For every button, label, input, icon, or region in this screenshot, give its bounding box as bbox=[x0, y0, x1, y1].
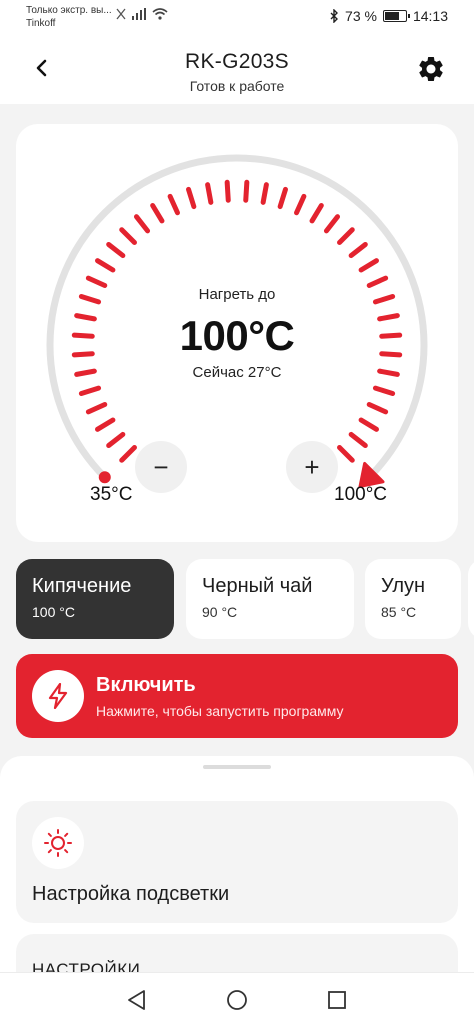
bluetooth-icon bbox=[330, 9, 339, 23]
battery-icon bbox=[382, 10, 410, 22]
wifi-icon bbox=[152, 8, 168, 20]
dial-tick bbox=[95, 417, 116, 432]
sheet-drag-handle[interactable] bbox=[203, 765, 271, 769]
start-button-subtitle: Нажмите, чтобы запустить программу bbox=[96, 703, 344, 719]
mode-next-partial[interactable] bbox=[468, 559, 474, 639]
mode-oolong[interactable]: Улун 85 °C bbox=[365, 559, 461, 639]
mode-name: Улун bbox=[381, 575, 426, 597]
gear-icon bbox=[419, 56, 443, 81]
dial-tick bbox=[243, 179, 250, 203]
mode-temperature: 90 °C bbox=[202, 604, 238, 620]
battery-percent: 73 % bbox=[345, 8, 377, 24]
nav-back-button[interactable] bbox=[124, 987, 150, 1013]
dial-tick bbox=[366, 275, 389, 288]
mode-name: Черный чай bbox=[202, 575, 313, 597]
square-recents-icon bbox=[328, 991, 346, 1009]
dial-tick bbox=[205, 182, 214, 205]
app-header: RK-G203S Готов к работе bbox=[0, 34, 474, 104]
dial-tick bbox=[133, 214, 151, 234]
dial-tick bbox=[337, 445, 355, 463]
mode-temperature: 85 °C bbox=[381, 604, 417, 620]
target-temperature: 100°C bbox=[179, 312, 295, 359]
clock: 14:13 bbox=[412, 8, 448, 24]
nav-home-button[interactable] bbox=[224, 987, 250, 1013]
notification-text: Только экстр. вы... bbox=[26, 5, 112, 16]
heat-to-label: Нагреть до bbox=[198, 286, 276, 303]
dial-tick bbox=[358, 258, 379, 273]
triangle-back-icon bbox=[128, 990, 145, 1010]
device-title: RK-G203S bbox=[185, 50, 289, 73]
plus-icon: + bbox=[304, 451, 320, 482]
sim-missing-icon bbox=[116, 8, 126, 20]
current-temperature: Сейчас 27°C bbox=[192, 364, 282, 381]
lightning-icon bbox=[32, 670, 84, 722]
dial-tick bbox=[119, 445, 137, 463]
start-program-button[interactable]: Включить Нажмите, чтобы запустить програ… bbox=[16, 654, 458, 738]
notification-app: Tinkoff bbox=[26, 18, 56, 29]
mode-boil[interactable]: Кипячение 100 °C bbox=[16, 559, 174, 639]
dial-tick bbox=[277, 186, 288, 210]
dial-tick bbox=[309, 203, 324, 224]
dial-tick bbox=[372, 385, 396, 396]
sun-icon bbox=[32, 817, 84, 869]
dial-tick bbox=[85, 275, 108, 288]
circle-home-icon bbox=[227, 990, 247, 1010]
dial-tick bbox=[186, 186, 197, 210]
increase-temperature-button[interactable]: + bbox=[286, 441, 338, 493]
dial-tick bbox=[337, 227, 355, 245]
dial-tick bbox=[95, 258, 116, 273]
signal-icon bbox=[132, 8, 146, 20]
temperature-dial-card: Нагреть до 100°C Сейчас 27°C − + 35°C 10… bbox=[16, 124, 458, 542]
dial-tick bbox=[119, 227, 137, 245]
mode-temperature: 100 °C bbox=[32, 604, 75, 620]
notification-area: Только экстр. вы... Tinkoff bbox=[26, 4, 168, 30]
status-right: 73 % 14:13 bbox=[329, 8, 448, 24]
mode-black-tea[interactable]: Черный чай 90 °C bbox=[186, 559, 354, 639]
max-temperature-label: 100°C bbox=[334, 484, 388, 505]
dial-tick bbox=[348, 431, 368, 449]
dial-tick bbox=[348, 241, 368, 259]
system-nav-bar bbox=[0, 972, 474, 1026]
dial-tick bbox=[260, 182, 269, 205]
start-button-title: Включить bbox=[96, 674, 196, 696]
decrease-temperature-button[interactable]: − bbox=[135, 441, 187, 493]
dial-tick bbox=[358, 417, 379, 432]
mode-name: Кипячение bbox=[32, 575, 132, 597]
dial-start-dot bbox=[98, 471, 111, 484]
dial-tick bbox=[224, 179, 231, 203]
dial-tick bbox=[78, 385, 102, 396]
mode-selector: Кипячение 100 °C Черный чай 90 °C Улун 8… bbox=[16, 559, 474, 639]
dial-tick bbox=[150, 203, 165, 224]
dial-tick bbox=[106, 241, 126, 259]
dial-tick bbox=[106, 431, 126, 449]
light-settings-card[interactable]: Настройка подсветки bbox=[16, 801, 458, 923]
dial-tick bbox=[323, 214, 341, 234]
dial-tick bbox=[167, 193, 180, 216]
settings-button[interactable] bbox=[416, 54, 446, 84]
min-temperature-label: 35°C bbox=[90, 484, 133, 505]
dial-tick bbox=[85, 402, 108, 415]
dial-tick bbox=[366, 402, 389, 415]
nav-recents-button[interactable] bbox=[324, 987, 350, 1013]
device-status: Готов к работе bbox=[189, 78, 285, 94]
light-settings-title: Настройка подсветки bbox=[32, 883, 230, 905]
dial-tick bbox=[294, 193, 307, 216]
status-bar: Только экстр. вы... Tinkoff 73 % 14:13 bbox=[0, 0, 474, 34]
minus-icon: − bbox=[153, 451, 169, 482]
